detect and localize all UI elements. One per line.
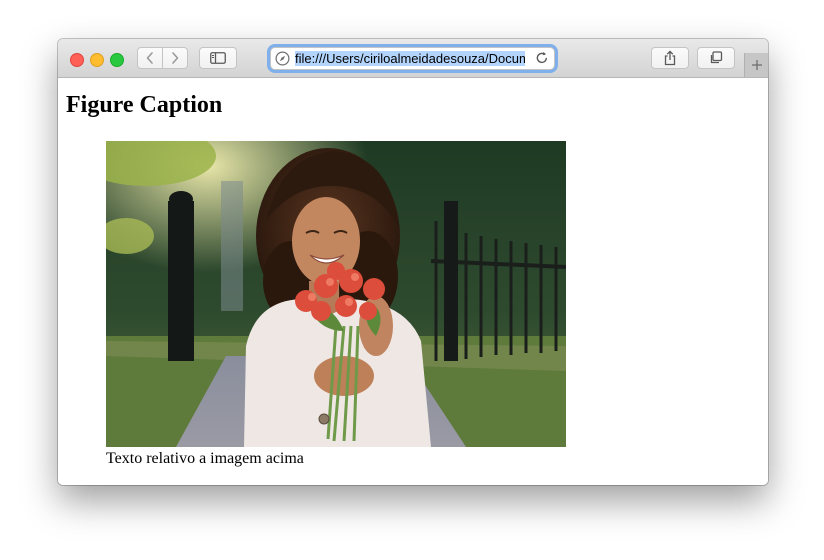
sidebar-icon	[210, 52, 226, 64]
page-heading: Figure Caption	[66, 92, 223, 118]
minimize-window-button[interactable]	[90, 53, 104, 67]
chevron-left-icon	[146, 52, 153, 64]
chevron-right-icon	[172, 52, 179, 64]
compass-icon	[275, 51, 290, 66]
address-bar[interactable]: file:///Users/ciriloalmeidadesouza/Docum…	[270, 47, 555, 70]
share-icon	[664, 50, 676, 66]
zoom-window-button[interactable]	[110, 53, 124, 67]
plus-icon	[752, 60, 762, 70]
url-text[interactable]: file:///Users/ciriloalmeidadesouza/Docum…	[295, 51, 525, 67]
figure-caption: Texto relativo a imagem acima	[106, 450, 304, 467]
tabs-overview-button[interactable]	[697, 47, 735, 69]
back-button[interactable]	[137, 47, 163, 69]
browser-window: file:///Users/ciriloalmeidadesouza/Docum…	[58, 39, 768, 485]
share-button[interactable]	[651, 47, 689, 69]
page-content: Figure Caption Texto relativo a imagem a…	[58, 78, 768, 485]
browser-toolbar: file:///Users/ciriloalmeidadesouza/Docum…	[58, 39, 768, 78]
sidebar-button[interactable]	[199, 47, 237, 69]
close-window-button[interactable]	[70, 53, 84, 67]
tabs-overview-icon	[710, 51, 723, 64]
figure-image	[106, 141, 566, 447]
navigation-buttons	[137, 47, 189, 69]
reload-icon[interactable]	[535, 51, 549, 65]
new-tab-button[interactable]	[744, 53, 768, 77]
forward-button[interactable]	[162, 47, 188, 69]
